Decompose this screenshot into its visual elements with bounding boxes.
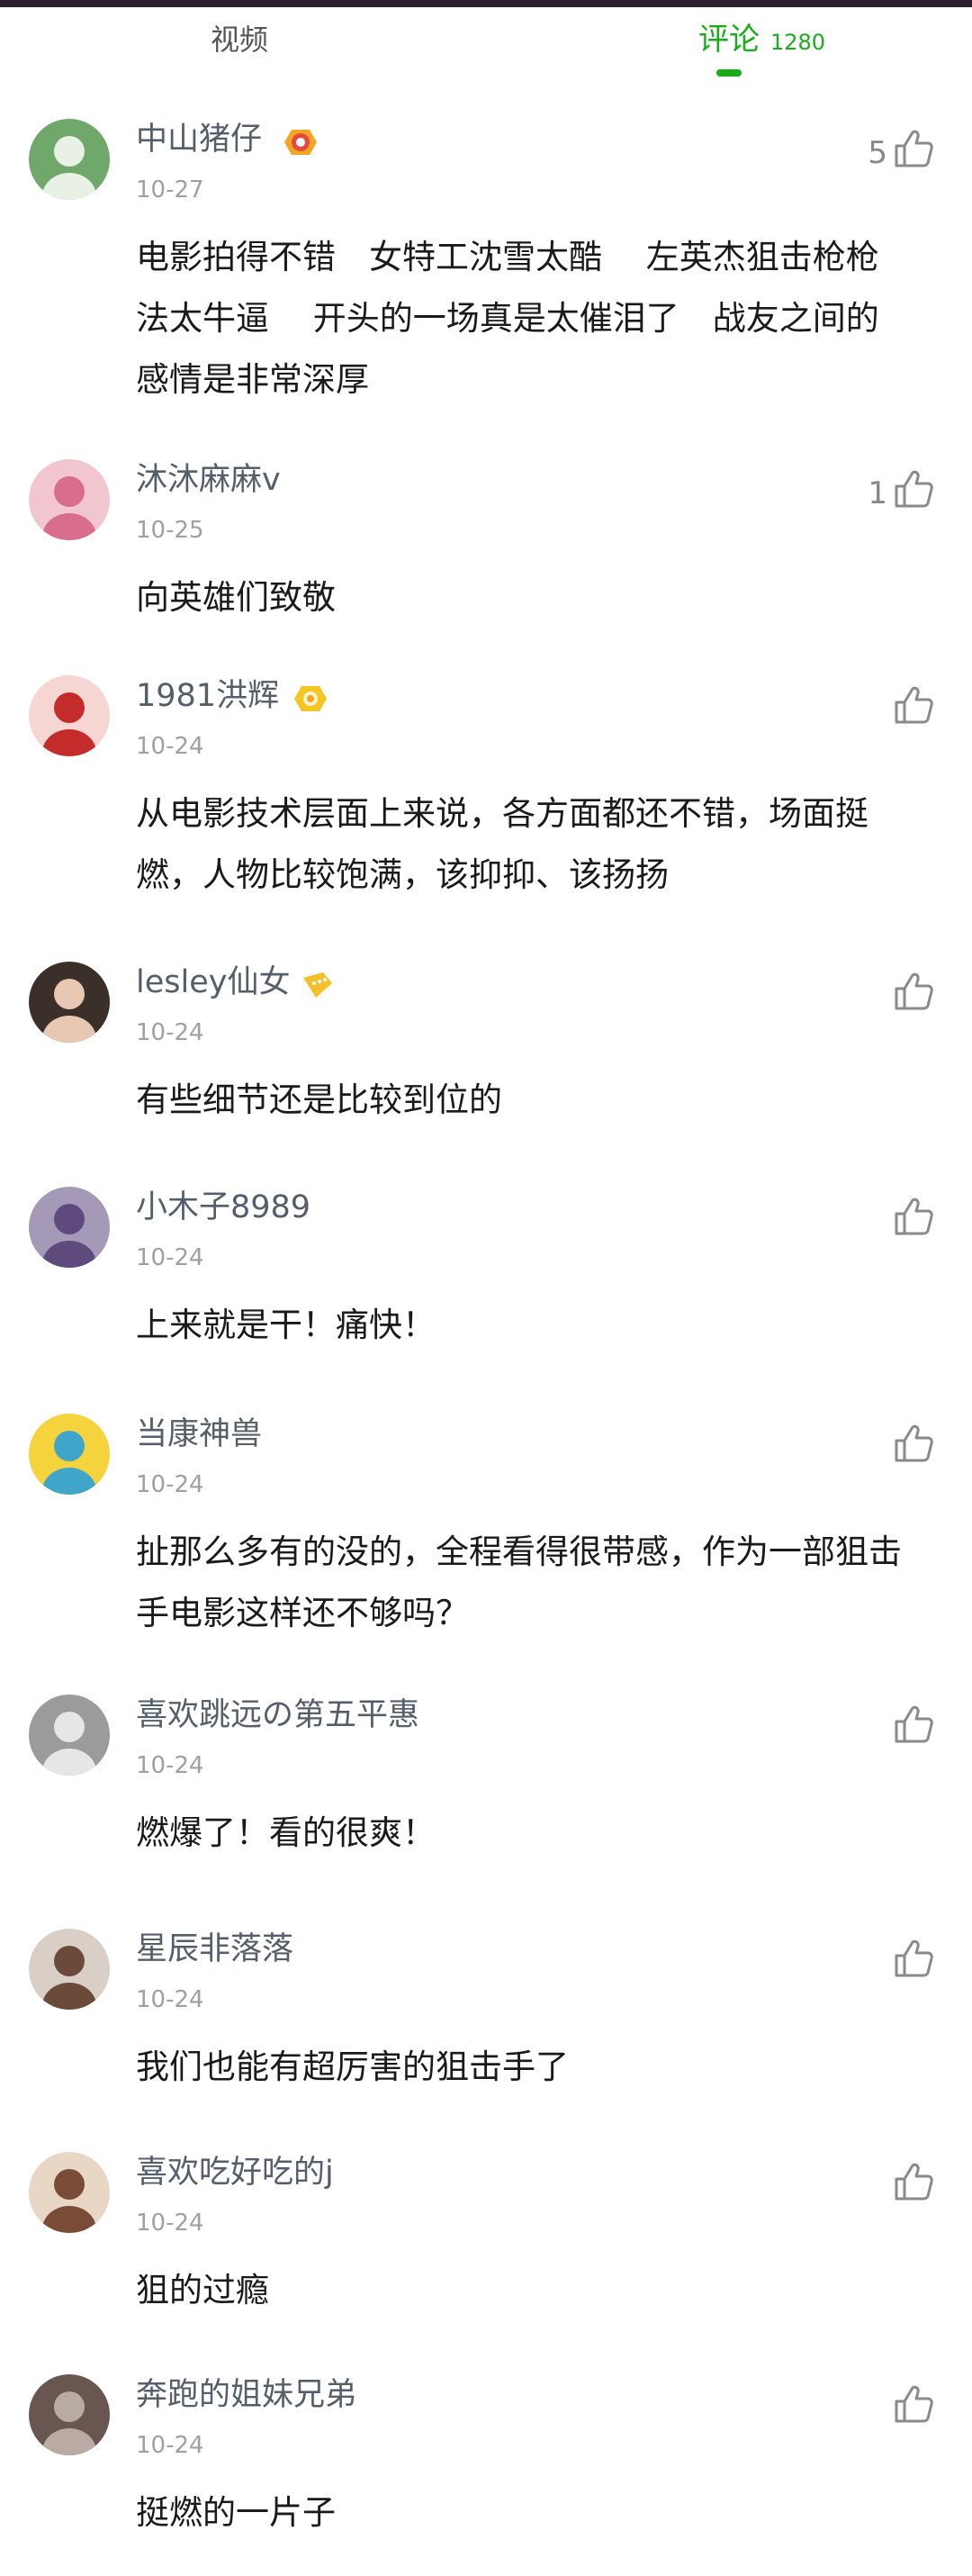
red-target-badge-icon: [281, 126, 320, 158]
avatar-lilac-flowers-icon[interactable]: [29, 1187, 110, 1268]
like-button[interactable]: [835, 1938, 934, 1983]
like-count: 5: [868, 135, 887, 171]
thumbs-up-icon: [893, 1423, 934, 1464]
comment-text: 我们也能有超厉害的狙击手了: [136, 2047, 569, 2086]
thumbs-up-icon: [893, 2161, 934, 2202]
comment-date: 10-25: [136, 517, 204, 544]
comment-date: 10-24: [136, 733, 204, 760]
comment-username[interactable]: 1981洪辉: [136, 677, 279, 715]
like-button[interactable]: 5: [835, 128, 934, 173]
tab-comments-count: 1280: [770, 30, 826, 55]
avatar-dark-hair-woman-icon[interactable]: [29, 962, 110, 1043]
comment-date: 10-24: [136, 1244, 204, 1271]
comment-text: 狙的过瘾: [136, 2271, 269, 2309]
yellow-flag-badge-icon: [298, 969, 338, 1001]
tab-video[interactable]: 视频: [211, 22, 268, 58]
comment-username[interactable]: 喜欢跳远の第五平惠: [136, 1696, 419, 1734]
comment-date: 10-24: [136, 1471, 204, 1498]
avatar-green-woman-icon[interactable]: [29, 119, 110, 200]
like-button[interactable]: [835, 971, 934, 1016]
avatar-red-flower-girl-icon[interactable]: [29, 675, 110, 756]
comment-username[interactable]: 小木子8989: [136, 1189, 310, 1226]
avatar-grey-hands-icon[interactable]: [29, 1695, 110, 1776]
comment-date: 10-24: [136, 1019, 204, 1046]
comment-text: 向英雄们致敬: [136, 578, 336, 617]
avatar-flower-girl-icon[interactable]: [29, 459, 110, 540]
comment-username[interactable]: 喜欢吃好吃的j: [136, 2154, 334, 2192]
like-button[interactable]: [835, 2161, 934, 2206]
thumbs-up-icon: [893, 971, 934, 1012]
comment-text: 挺燃的一片子: [136, 2493, 336, 2532]
like-button[interactable]: [835, 2383, 934, 2428]
like-count: 1: [868, 475, 887, 511]
comment-username[interactable]: 奔跑的姐妹兄弟: [136, 2376, 356, 2414]
like-button[interactable]: 1: [835, 468, 934, 513]
thumbs-up-icon: [893, 468, 934, 510]
thumbs-up-icon: [893, 2383, 934, 2425]
tab-bar: 视频 评论 1280: [0, 7, 972, 79]
comment-date: 10-24: [136, 2432, 204, 2459]
comment-username[interactable]: lesley仙女: [136, 963, 290, 1001]
tab-comments[interactable]: 评论: [698, 22, 760, 58]
comment-date: 10-27: [136, 176, 204, 203]
avatar-mercedes-cap-icon[interactable]: [29, 2374, 110, 2455]
like-button[interactable]: [835, 1704, 934, 1749]
like-button[interactable]: [835, 1423, 934, 1468]
thumbs-up-icon: [893, 128, 934, 169]
comment-text: 扯那么多有的没的，全程看得很带感，作为一部狙击 手电影这样还不够吗？: [136, 1532, 902, 1632]
avatar-yellow-cartoon-icon[interactable]: [29, 1414, 110, 1495]
comment-text: 燃爆了！看的很爽！: [136, 1813, 436, 1852]
comment-username[interactable]: 星辰非落落: [136, 1930, 293, 1968]
avatar-girl-portrait-icon[interactable]: [29, 1929, 110, 2010]
status-bar-strip: [0, 0, 972, 7]
thumbs-up-icon: [893, 1196, 934, 1237]
avatar-smiling-girl-icon[interactable]: [29, 2152, 110, 2233]
comment-text: 电影拍得不错 女特工沈雪太酷 左英杰狙击枪枪 法太牛逼 开头的一场真是太催泪了 …: [136, 238, 879, 399]
comment-text: 有些细节还是比较到位的: [136, 1080, 502, 1119]
thumbs-up-icon: [893, 1704, 934, 1745]
yellow-ring-badge-icon: [291, 682, 330, 715]
comment-username[interactable]: 中山猪仔: [136, 121, 262, 158]
comment-text: 上来就是干！痛快！: [136, 1306, 436, 1344]
thumbs-up-icon: [893, 684, 934, 726]
comment-date: 10-24: [136, 1752, 204, 1779]
comment-date: 10-24: [136, 1986, 204, 2013]
comment-text: 从电影技术层面上来说，各方面都还不错，场面挺 燃，人物比较饱满，该抑抑、该扬扬: [136, 794, 868, 894]
comment-date: 10-24: [136, 2210, 204, 2237]
like-button[interactable]: [835, 1196, 934, 1241]
comment-username[interactable]: 当康神兽: [136, 1415, 262, 1453]
like-button[interactable]: [835, 684, 934, 729]
active-tab-indicator: [716, 69, 742, 77]
comment-username[interactable]: 沐沐麻麻v: [136, 461, 281, 499]
thumbs-up-icon: [893, 1938, 934, 1979]
